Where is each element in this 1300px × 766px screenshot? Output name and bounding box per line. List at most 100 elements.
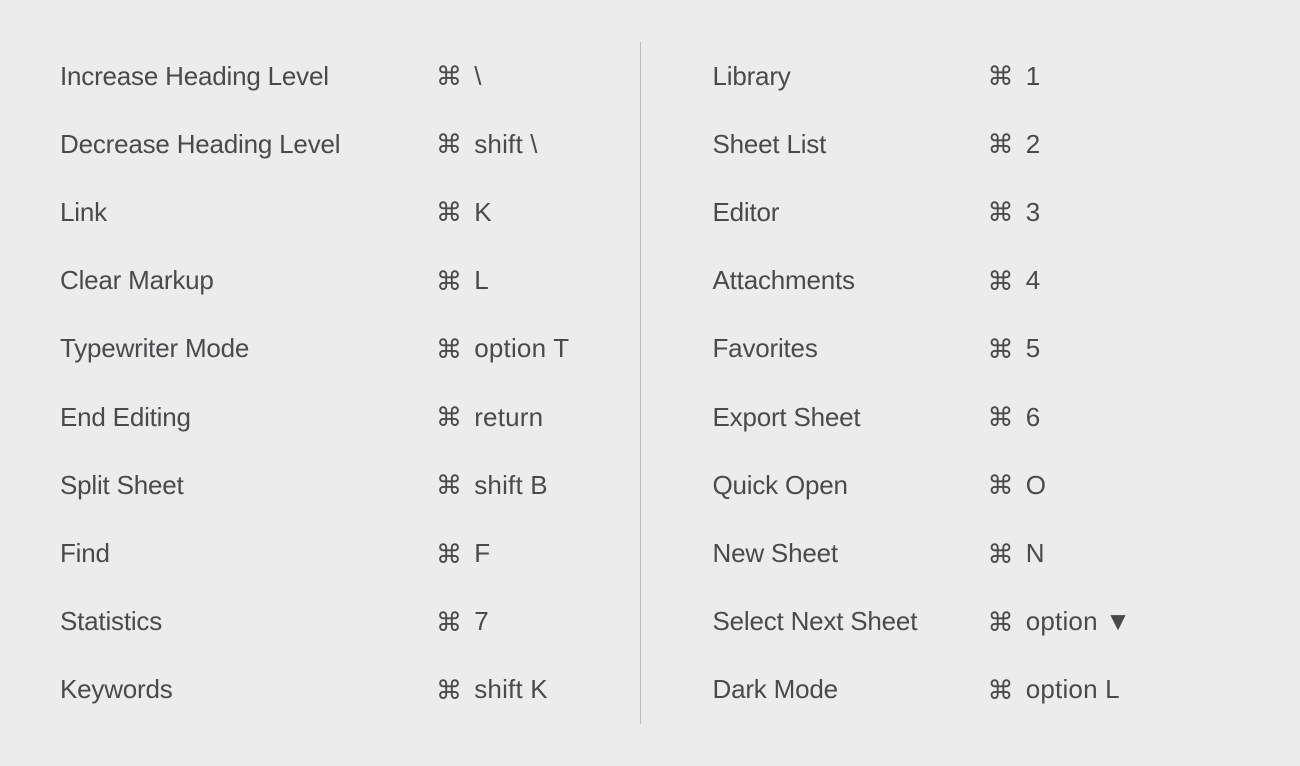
cmd-icon: ⌘ <box>988 336 1014 362</box>
shortcut-label: Library <box>713 61 988 92</box>
shortcut-key: 1 <box>1026 61 1041 92</box>
shortcut-key: K <box>474 197 492 228</box>
cmd-icon: ⌘ <box>988 541 1014 567</box>
shortcut-keys: ⌘ 2 <box>988 129 1041 160</box>
shortcut-keys: ⌘ \ <box>436 61 482 92</box>
shortcut-key: option L <box>1026 674 1120 705</box>
shortcut-label: Find <box>60 538 436 569</box>
shortcut-key: shift B <box>474 470 548 501</box>
cmd-icon: ⌘ <box>436 63 462 89</box>
shortcut-key: 3 <box>1026 197 1041 228</box>
cmd-icon: ⌘ <box>988 677 1014 703</box>
shortcut-label: Decrease Heading Level <box>60 129 436 160</box>
shortcut-label: Favorites <box>713 333 988 364</box>
shortcut-keys: ⌘ O <box>988 470 1047 501</box>
shortcut-row: Increase Heading Level ⌘ \ <box>60 42 600 110</box>
shortcut-row: Library ⌘ 1 <box>713 42 1253 110</box>
shortcut-reference: Increase Heading Level ⌘ \ Decrease Head… <box>0 0 1300 766</box>
shortcut-row: Clear Markup ⌘ L <box>60 247 600 315</box>
cmd-icon: ⌘ <box>988 63 1014 89</box>
shortcut-label: Split Sheet <box>60 470 436 501</box>
shortcut-keys: ⌘ shift K <box>436 674 548 705</box>
shortcut-keys: ⌘ 7 <box>436 606 489 637</box>
cmd-icon: ⌘ <box>436 404 462 430</box>
shortcut-row: New Sheet ⌘ N <box>713 520 1253 588</box>
shortcut-label: Link <box>60 197 436 228</box>
shortcut-label: Typewriter Mode <box>60 333 436 364</box>
shortcut-keys: ⌘ N <box>988 538 1045 569</box>
cmd-icon: ⌘ <box>436 336 462 362</box>
shortcut-row: Sheet List ⌘ 2 <box>713 110 1253 178</box>
shortcut-keys: ⌘ 3 <box>988 197 1041 228</box>
cmd-icon: ⌘ <box>436 199 462 225</box>
shortcut-key: option T <box>474 333 569 364</box>
shortcut-keys: ⌘ 5 <box>988 333 1041 364</box>
cmd-icon: ⌘ <box>988 199 1014 225</box>
shortcut-key: F <box>474 538 490 569</box>
shortcut-row: Link ⌘ K <box>60 178 600 246</box>
shortcut-row: Keywords ⌘ shift K <box>60 656 600 724</box>
shortcut-label: End Editing <box>60 402 436 433</box>
shortcut-keys: ⌘ F <box>436 538 490 569</box>
shortcut-keys: ⌘ L <box>436 265 489 296</box>
shortcut-row: Typewriter Mode ⌘ option T <box>60 315 600 383</box>
shortcut-label: Attachments <box>713 265 988 296</box>
cmd-icon: ⌘ <box>988 472 1014 498</box>
shortcut-row: Find ⌘ F <box>60 520 600 588</box>
shortcut-row: Split Sheet ⌘ shift B <box>60 451 600 519</box>
shortcut-key: option ▼ <box>1026 606 1131 637</box>
shortcut-key: N <box>1026 538 1045 569</box>
shortcut-keys: ⌘ K <box>436 197 492 228</box>
shortcut-row: Favorites ⌘ 5 <box>713 315 1253 383</box>
right-column: Library ⌘ 1 Sheet List ⌘ 2 Editor ⌘ 3 At… <box>641 42 1253 724</box>
shortcut-label: Quick Open <box>713 470 988 501</box>
shortcut-label: Editor <box>713 197 988 228</box>
shortcut-keys: ⌘ 4 <box>988 265 1041 296</box>
cmd-icon: ⌘ <box>988 404 1014 430</box>
shortcut-keys: ⌘ 6 <box>988 402 1041 433</box>
shortcut-row: End Editing ⌘ return <box>60 383 600 451</box>
shortcut-keys: ⌘ option ▼ <box>988 606 1132 637</box>
shortcut-row: Quick Open ⌘ O <box>713 451 1253 519</box>
shortcut-keys: ⌘ shift B <box>436 470 548 501</box>
shortcut-keys: ⌘ option L <box>988 674 1120 705</box>
shortcut-row: Export Sheet ⌘ 6 <box>713 383 1253 451</box>
shortcut-key: O <box>1026 470 1046 501</box>
shortcut-row: Attachments ⌘ 4 <box>713 247 1253 315</box>
shortcut-label: Keywords <box>60 674 436 705</box>
shortcut-label: Dark Mode <box>713 674 988 705</box>
shortcut-label: Clear Markup <box>60 265 436 296</box>
shortcut-label: Sheet List <box>713 129 988 160</box>
shortcut-key: shift K <box>474 674 548 705</box>
shortcut-keys: ⌘ 1 <box>988 61 1041 92</box>
shortcut-row: Decrease Heading Level ⌘ shift \ <box>60 110 600 178</box>
cmd-icon: ⌘ <box>436 268 462 294</box>
cmd-icon: ⌘ <box>988 131 1014 157</box>
shortcut-row: Editor ⌘ 3 <box>713 178 1253 246</box>
cmd-icon: ⌘ <box>436 131 462 157</box>
shortcut-label: Export Sheet <box>713 402 988 433</box>
shortcut-key: L <box>474 265 489 296</box>
shortcut-keys: ⌘ return <box>436 402 543 433</box>
shortcut-key: shift \ <box>474 129 538 160</box>
shortcut-row: Select Next Sheet ⌘ option ▼ <box>713 588 1253 656</box>
cmd-icon: ⌘ <box>436 677 462 703</box>
shortcut-row: Statistics ⌘ 7 <box>60 588 600 656</box>
shortcut-key: 5 <box>1026 333 1041 364</box>
shortcut-key: return <box>474 402 543 433</box>
shortcut-key: 4 <box>1026 265 1041 296</box>
cmd-icon: ⌘ <box>988 609 1014 635</box>
left-column: Increase Heading Level ⌘ \ Decrease Head… <box>60 42 640 724</box>
cmd-icon: ⌘ <box>436 541 462 567</box>
shortcut-label: Select Next Sheet <box>713 606 988 637</box>
shortcut-key: 7 <box>474 606 489 637</box>
cmd-icon: ⌘ <box>988 268 1014 294</box>
shortcut-key: 6 <box>1026 402 1041 433</box>
shortcut-label: Increase Heading Level <box>60 61 436 92</box>
cmd-icon: ⌘ <box>436 472 462 498</box>
shortcut-key: 2 <box>1026 129 1041 160</box>
shortcut-key: \ <box>474 61 481 92</box>
shortcut-label: Statistics <box>60 606 436 637</box>
shortcut-keys: ⌘ option T <box>436 333 569 364</box>
cmd-icon: ⌘ <box>436 609 462 635</box>
